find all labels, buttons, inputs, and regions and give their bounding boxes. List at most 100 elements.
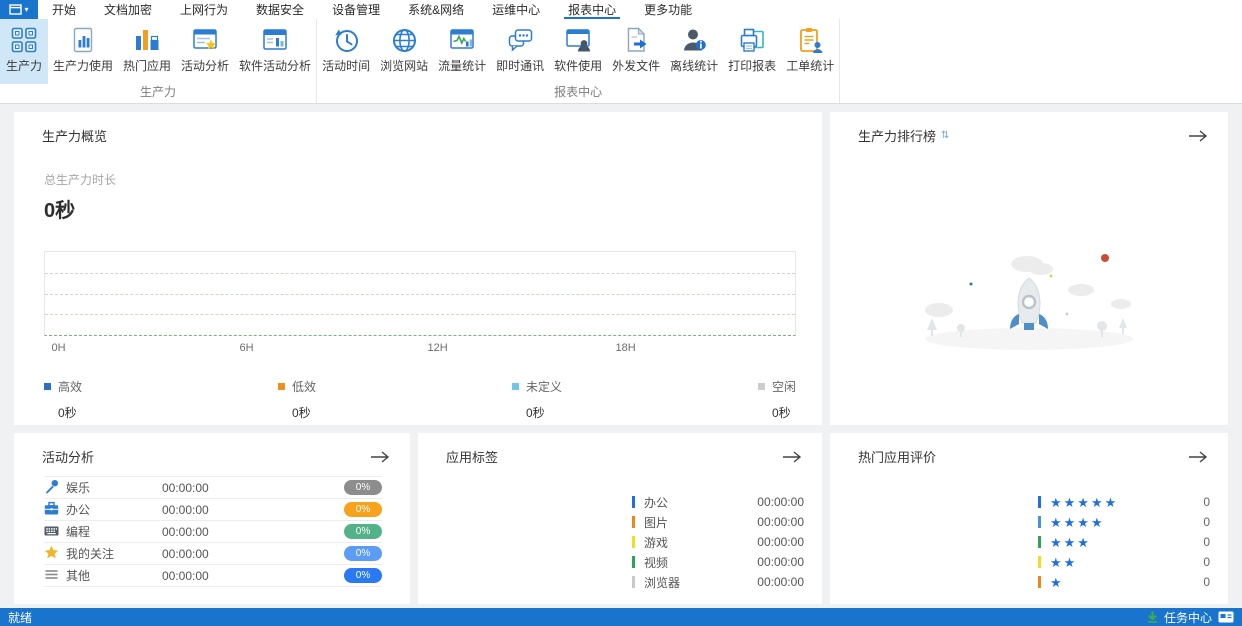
legend-swatch (511, 383, 519, 390)
tab-more-features[interactable]: 更多功能 (630, 0, 706, 19)
app-tags-detail-arrow-icon[interactable] (782, 450, 802, 464)
monitor-icon[interactable] (1218, 611, 1234, 623)
tag-time: 00:00:00 (757, 495, 804, 509)
task-center-label: 任务中心 (1163, 610, 1212, 625)
activity-time: 00:00:00 (162, 524, 209, 539)
activity-detail-arrow-icon[interactable] (370, 450, 390, 464)
tool-print-report[interactable]: 打印报表 (723, 19, 781, 84)
bar-chart-icon (133, 26, 161, 54)
rating-color-bar (1038, 516, 1041, 528)
tool-popular-apps[interactable]: 热门应用 (118, 19, 176, 84)
productivity-grid-icon (10, 26, 38, 54)
percent-badge: 0% (344, 546, 382, 561)
tag-row-video[interactable]: 视频 00:00:00 (632, 552, 804, 572)
tool-offline-stats[interactable]: 离线统计 (665, 19, 723, 84)
chart-legend: 高效 0秒 低效 0秒 未定义 0秒 空闲 0秒 (44, 378, 796, 421)
tool-productivity-usage[interactable]: 生产力使用 (48, 19, 118, 84)
tool-label: 离线统计 (670, 59, 719, 73)
tool-software-activity-analysis[interactable]: 软件活动分析 (234, 19, 316, 84)
tab-system-network[interactable]: 系统&网络 (394, 0, 478, 19)
activity-row-office[interactable]: 办公 00:00:00 0% (44, 499, 382, 521)
tag-label: 图片 (644, 515, 669, 530)
stars-icon: ★★★ (1050, 534, 1091, 550)
tool-label: 热门应用 (123, 59, 172, 73)
tab-report-center[interactable]: 报表中心 (554, 0, 630, 19)
panel-title: 应用标签 (446, 450, 499, 465)
tool-instant-messaging[interactable]: 即时通讯 (491, 19, 549, 84)
tool-traffic-stats[interactable]: 流量统计 (433, 19, 491, 84)
tab-data-security[interactable]: 数据安全 (242, 0, 318, 19)
ratings-detail-arrow-icon[interactable] (1188, 450, 1208, 464)
tag-color-bar (632, 496, 635, 508)
tag-color-bar (632, 556, 635, 568)
tab-device-management[interactable]: 设备管理 (318, 0, 394, 19)
x-tick: 0H (51, 342, 66, 354)
activity-label: 其他 (66, 569, 91, 583)
percent-badge: 0% (344, 502, 382, 517)
total-productivity-value: 0秒 (44, 200, 76, 222)
panel-title: 活动分析 (42, 450, 95, 465)
activity-label: 办公 (66, 503, 91, 517)
activity-row-programming[interactable]: 编程 00:00:00 0% (44, 521, 382, 543)
rating-count: 0 (1203, 515, 1210, 529)
tool-label: 外发文件 (612, 59, 661, 73)
rating-row-5-stars[interactable]: ★★★★★ 0 (1038, 492, 1210, 512)
rating-count: 0 (1203, 535, 1210, 549)
rating-row-3-stars[interactable]: ★★★ 0 (1038, 532, 1210, 552)
tag-row-pictures[interactable]: 图片 00:00:00 (632, 512, 804, 532)
empty-state-rocket-illustration (925, 254, 1133, 350)
panel-productivity-overview: 生产力概览 总生产力时长 0秒 0H 6H 12H 18H 高效 0秒 低效 0… (14, 112, 822, 425)
tool-software-usage[interactable]: 软件使用 (549, 19, 607, 84)
activity-row-entertainment[interactable]: 娱乐 00:00:00 0% (44, 477, 382, 499)
tab-web-behavior[interactable]: 上网行为 (166, 0, 242, 19)
rating-count: 0 (1203, 495, 1210, 509)
activity-time: 00:00:00 (162, 502, 209, 517)
tool-label: 打印报表 (728, 59, 777, 73)
status-ready-text: 就绪 (8, 610, 33, 625)
x-tick: 18H (615, 342, 636, 354)
tool-activity-time[interactable]: 活动时间 (317, 19, 375, 84)
percent-badge: 0% (344, 480, 382, 495)
microphone-icon (44, 479, 66, 497)
tab-ops-center[interactable]: 运维中心 (478, 0, 554, 19)
app-menu-button[interactable]: ▾ (0, 0, 38, 19)
rating-row-4-stars[interactable]: ★★★★ 0 (1038, 512, 1210, 532)
download-arrow-icon (1147, 611, 1157, 623)
task-center-button[interactable]: 任务中心 (1147, 609, 1234, 626)
rating-row-2-stars[interactable]: ★★ 0 (1038, 552, 1210, 572)
total-productivity-label: 总生产力时长 (44, 173, 117, 187)
tool-browsed-websites[interactable]: 浏览网站 (375, 19, 433, 84)
ranking-detail-arrow-icon[interactable] (1188, 129, 1208, 143)
activity-row-my-focus[interactable]: 我的关注 00:00:00 0% (44, 543, 382, 565)
percent-badge: 0% (344, 524, 382, 539)
sort-icon[interactable]: ⇅ (941, 130, 949, 141)
ratings-chart-placeholder (830, 492, 1038, 592)
tag-row-games[interactable]: 游戏 00:00:00 (632, 532, 804, 552)
keyboard-icon (44, 523, 66, 541)
ribbon-toolbar: 生产力 生产力使用 热门应用 活动分析 软件活动分析 生产力 活动时间 浏览网站… (0, 19, 1242, 104)
legend-value: 0秒 (771, 406, 791, 420)
tag-row-browser[interactable]: 浏览器 00:00:00 (632, 572, 804, 592)
legend-item-inefficient: 低效 0秒 (277, 378, 316, 421)
activity-label: 娱乐 (66, 481, 91, 495)
tool-work-order-stats[interactable]: 工单统计 (781, 19, 839, 84)
tag-row-office[interactable]: 办公 00:00:00 (632, 492, 804, 512)
tool-productivity[interactable]: 生产力 (0, 19, 48, 84)
tag-time: 00:00:00 (757, 575, 804, 589)
stars-icon: ★ (1050, 574, 1064, 590)
rating-row-1-star[interactable]: ★ 0 (1038, 572, 1210, 592)
tool-outgoing-files[interactable]: 外发文件 (607, 19, 665, 84)
activity-row-other[interactable]: 其他 00:00:00 0% (44, 565, 382, 587)
panel-activity-analysis: 活动分析 娱乐 00:00:00 0% 办公 00:00:00 0% 编程 00… (14, 433, 410, 604)
legend-item-efficient: 高效 0秒 (44, 378, 82, 421)
tool-activity-analysis[interactable]: 活动分析 (176, 19, 234, 84)
star-icon (44, 545, 66, 563)
tag-legend-list: 办公 00:00:00 图片 00:00:00 游戏 00:00:00 视频 0… (632, 492, 804, 592)
legend-swatch (277, 383, 285, 390)
tab-document-encryption[interactable]: 文档加密 (90, 0, 166, 19)
rating-color-bar (1038, 556, 1041, 568)
legend-label: 高效 (58, 380, 83, 394)
window-icon (9, 4, 23, 15)
dashboard-content: 生产力概览 总生产力时长 0秒 0H 6H 12H 18H 高效 0秒 低效 0… (0, 104, 1242, 608)
tab-home[interactable]: 开始 (38, 0, 90, 19)
